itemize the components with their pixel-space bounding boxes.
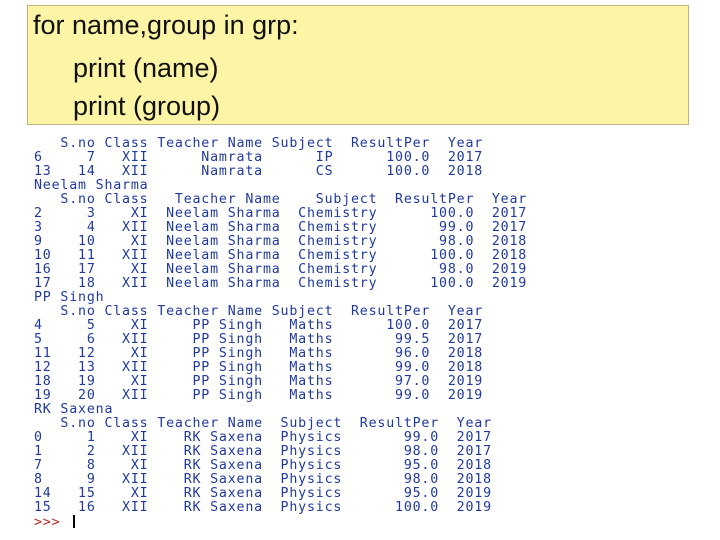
output-line: 12 13 XII PP Singh Maths 99.0 2018 — [34, 360, 484, 375]
output-line: 16 17 XI Neelam Sharma Chemistry 98.0 20… — [34, 262, 528, 277]
shell-prompt: >>> — [34, 515, 70, 530]
output-line: 5 6 XII PP Singh Maths 99.5 2017 — [34, 332, 484, 347]
output-line: 10 11 XII Neelam Sharma Chemistry 100.0 … — [34, 248, 528, 263]
output-line: 14 15 XI RK Saxena Physics 95.0 2019 — [34, 486, 492, 501]
output-line: 4 5 XI PP Singh Maths 100.0 2017 — [34, 318, 484, 333]
output-line: 19 20 XII PP Singh Maths 99.0 2019 — [34, 388, 484, 403]
code-line: print (name) — [73, 53, 219, 83]
output-line: 9 10 XI Neelam Sharma Chemistry 98.0 201… — [34, 234, 528, 249]
output-line: 3 4 XII Neelam Sharma Chemistry 99.0 201… — [34, 220, 528, 235]
output-line: 0 1 XI RK Saxena Physics 99.0 2017 — [34, 430, 492, 445]
output-line: 8 9 XII RK Saxena Physics 98.0 2018 — [34, 472, 492, 487]
output-line: 6 7 XII Namrata IP 100.0 2017 — [34, 150, 484, 165]
output-line: RK Saxena — [34, 402, 114, 417]
output-line: 18 19 XI PP Singh Maths 97.0 2019 — [34, 374, 484, 389]
output-line: PP Singh — [34, 290, 105, 305]
output-line: Neelam Sharma — [34, 178, 149, 193]
shell-output[interactable]: S.no Class Teacher Name Subject ResultPe… — [30, 125, 720, 533]
output-line: 15 16 XII RK Saxena Physics 100.0 2019 — [34, 500, 492, 515]
shell-prompt-line[interactable]: >>> — [34, 515, 76, 530]
output-line: S.no Class Teacher Name Subject ResultPe… — [34, 192, 528, 207]
output-line: 1 2 XII RK Saxena Physics 98.0 2017 — [34, 444, 492, 459]
output-line: S.no Class Teacher Name Subject ResultPe… — [34, 304, 484, 319]
code-line: print (group) — [73, 91, 221, 121]
output-line: 7 8 XI RK Saxena Physics 95.0 2018 — [34, 458, 492, 473]
output-line: 2 3 XI Neelam Sharma Chemistry 100.0 201… — [34, 206, 528, 221]
output-line: S.no Class Teacher Name Subject ResultPe… — [34, 136, 484, 151]
text-cursor — [73, 515, 76, 528]
code-line: for name,group in grp: — [33, 10, 299, 40]
output-line: 11 12 XI PP Singh Maths 96.0 2018 — [34, 346, 484, 361]
output-line: S.no Class Teacher Name Subject ResultPe… — [34, 416, 492, 431]
code-callout: for name,group in grp: print (name) prin… — [27, 5, 689, 125]
output-line: 17 18 XII Neelam Sharma Chemistry 100.0 … — [34, 276, 528, 291]
output-line: 13 14 XII Namrata CS 100.0 2018 — [34, 164, 484, 179]
